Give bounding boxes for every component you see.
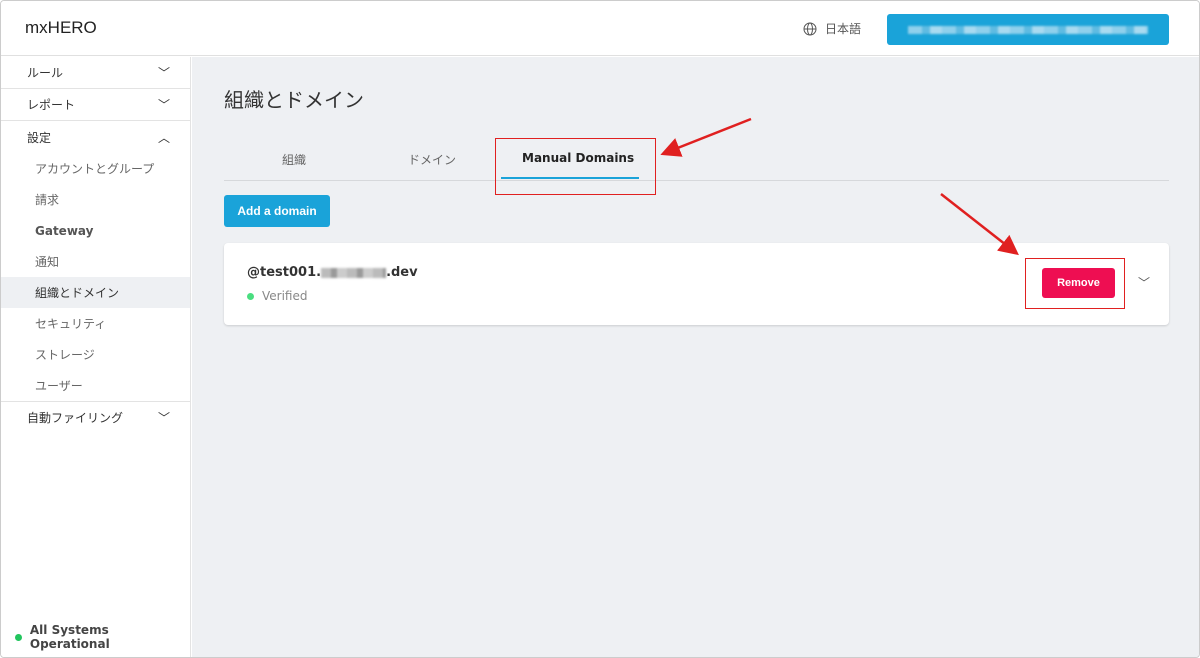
- annotation-arrows: [660, 117, 1019, 256]
- arrow-to-tab: [660, 117, 752, 157]
- app-window: mxHERO 日本語 ルール ﹀ レポート ﹀ 設定 ︿ アカウントとグループ 請求 …: [0, 0, 1200, 658]
- arrow-to-remove: [940, 193, 1019, 256]
